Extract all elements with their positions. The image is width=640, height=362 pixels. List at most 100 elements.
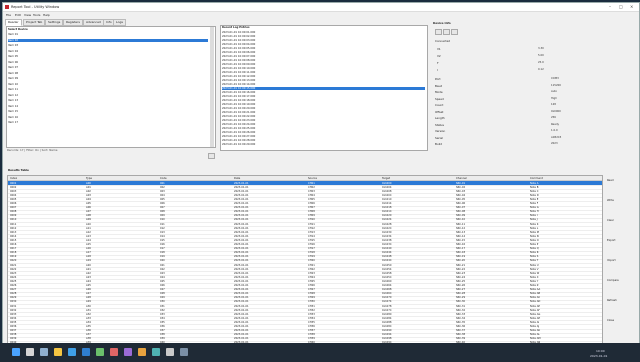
log-entry[interactable]: 2023-01-01 10:00:08.000 xyxy=(222,59,425,62)
title-bar[interactable]: Report Tool - Utility Window – □ × xyxy=(3,3,639,12)
browser-icon[interactable] xyxy=(68,348,76,356)
app2-icon[interactable] xyxy=(124,348,132,356)
log-entry[interactable]: 2023-01-01 10:00:25.000 xyxy=(222,127,425,130)
log-entry[interactable]: 2023-01-01 10:00:03.000 xyxy=(222,39,425,42)
close-icon[interactable]: × xyxy=(630,4,633,9)
table-cell: 0x1030 xyxy=(382,230,392,234)
side-button[interactable]: Clear xyxy=(607,218,637,223)
log-entry[interactable]: 2023-01-01 10:00:04.000 xyxy=(222,43,425,46)
side-button[interactable]: Export xyxy=(607,238,637,243)
side-button[interactable]: Close xyxy=(607,318,637,323)
log-entry[interactable]: 2023-01-01 10:00:07.000 xyxy=(222,55,425,58)
app5-icon[interactable] xyxy=(166,348,174,356)
log-entry[interactable]: 2023-01-01 10:00:24.000 xyxy=(222,123,425,126)
menu-edit[interactable]: Edit xyxy=(15,13,21,17)
explorer-icon[interactable] xyxy=(54,348,62,356)
clock-date[interactable]: 2023-01-01 xyxy=(590,354,607,358)
tab-settings[interactable]: Settings xyxy=(45,19,64,26)
list-item[interactable]: Item 15 xyxy=(8,110,208,113)
log-entry[interactable]: 2023-01-01 10:00:28.000 xyxy=(222,139,425,142)
list-item[interactable]: Item 16 xyxy=(8,116,208,119)
mail-icon[interactable] xyxy=(82,348,90,356)
clock-time[interactable]: 10:00 xyxy=(596,349,605,353)
store-icon[interactable] xyxy=(96,348,104,356)
settings-icon[interactable] xyxy=(451,29,458,35)
app4-icon[interactable] xyxy=(152,348,160,356)
maximize-icon[interactable]: □ xyxy=(619,4,623,9)
log-entry[interactable]: 2023-01-01 10:00:18.000 xyxy=(222,99,425,102)
tab-project[interactable]: Project Tab xyxy=(23,19,46,26)
log-entry[interactable]: 2023-01-01 10:00:14.000 xyxy=(222,83,425,86)
log-entry[interactable]: 2023-01-01 10:00:05.000 xyxy=(222,47,425,50)
list-item[interactable]: Item 07 xyxy=(8,66,208,69)
app1-icon[interactable] xyxy=(110,348,118,356)
list-item[interactable]: Item 06 xyxy=(8,61,208,64)
log-entry[interactable]: 2023-01-01 10:00:27.000 xyxy=(222,135,425,138)
log-entry[interactable]: 2023-01-01 10:00:17.000 xyxy=(222,95,425,98)
menu-help[interactable]: Help xyxy=(43,13,50,17)
tab-registers[interactable]: Registers xyxy=(63,19,83,26)
log-entry[interactable]: 2023-01-01 10:00:16.000 xyxy=(222,91,425,94)
menu-file[interactable]: File xyxy=(6,13,11,17)
column-header[interactable]: Code xyxy=(160,177,167,180)
list-item[interactable]: Item 01 xyxy=(8,33,208,36)
menu-tools[interactable]: Tools xyxy=(33,13,40,17)
log-entry[interactable]: 2023-01-01 10:00:21.000 xyxy=(222,111,425,114)
column-header[interactable]: Target xyxy=(382,177,390,180)
side-button[interactable]: Write xyxy=(607,198,637,203)
app6-icon[interactable] xyxy=(180,348,188,356)
log-entry[interactable]: 2023-01-01 10:00:02.000 xyxy=(222,35,425,38)
list-item[interactable]: Item 14 xyxy=(8,105,208,108)
side-button[interactable]: Compare xyxy=(607,278,637,283)
list-item[interactable]: Item 09 xyxy=(8,77,208,80)
list-item[interactable]: Item 10 xyxy=(8,83,208,86)
side-button[interactable]: Read xyxy=(607,178,637,183)
list-item[interactable]: Item 12 xyxy=(8,94,208,97)
tab-advanced[interactable]: Advanced xyxy=(83,19,104,26)
log-entry[interactable]: 2023-01-01 10:00:06.000 xyxy=(222,51,425,54)
list-item[interactable]: Item 11 xyxy=(8,88,208,91)
log-entry[interactable]: 2023-01-01 10:00:12.000 xyxy=(222,75,425,78)
column-header[interactable]: Date xyxy=(234,177,240,180)
play-icon[interactable] xyxy=(435,29,442,35)
log-entry[interactable]: 2023-01-01 10:00:01.000 xyxy=(222,31,425,34)
list-item[interactable]: Item 05 xyxy=(8,55,208,58)
log-entry[interactable]: 2023-01-01 10:00:19.000 xyxy=(222,103,425,106)
log-entry[interactable]: 2023-01-01 10:00:26.000 xyxy=(222,131,425,134)
side-button[interactable]: Refresh xyxy=(607,298,637,303)
log-entry[interactable]: 2023-01-01 10:00:10.000 xyxy=(222,67,425,70)
log-entry[interactable]: 2023-01-01 10:00:11.000 xyxy=(222,71,425,74)
log-entry[interactable]: 2023-01-01 10:00:15.000 xyxy=(222,87,425,90)
tab-logs[interactable]: Logs xyxy=(113,19,126,26)
column-header[interactable]: Index xyxy=(10,177,17,180)
list-item[interactable]: Item 13 xyxy=(8,99,208,102)
column-header[interactable]: Source xyxy=(308,177,317,180)
log-entry[interactable]: 2023-01-01 10:00:22.000 xyxy=(222,115,425,118)
list-item[interactable]: Item 04 xyxy=(8,50,208,53)
list-item[interactable]: Item 03 xyxy=(8,44,208,47)
list-item[interactable]: Item 08 xyxy=(8,72,208,75)
table-cell: SRC-05 xyxy=(456,197,466,201)
column-header[interactable]: Type xyxy=(86,177,92,180)
side-button[interactable]: Import xyxy=(607,258,637,263)
column-header[interactable]: Comment xyxy=(530,177,543,180)
column-header[interactable]: Channel xyxy=(456,177,467,180)
log-entry[interactable]: 2023-01-01 10:00:29.000 xyxy=(222,143,425,146)
tab-reader[interactable]: Reader xyxy=(5,19,22,26)
menu-view[interactable]: View xyxy=(24,13,31,17)
list-item[interactable]: Item 02 xyxy=(8,38,208,42)
table-cell: SRC-12 xyxy=(456,226,466,230)
device-list-scrollbar[interactable] xyxy=(210,27,214,147)
app3-icon[interactable] xyxy=(138,348,146,356)
log-entry[interactable]: 2023-01-01 10:00:09.000 xyxy=(222,63,425,66)
stop-icon[interactable] xyxy=(443,29,450,35)
log-entry[interactable]: 2023-01-01 10:00:13.000 xyxy=(222,79,425,82)
list-item[interactable]: Item 17 xyxy=(8,121,208,124)
search-icon[interactable] xyxy=(26,348,34,356)
start-icon[interactable] xyxy=(12,348,20,356)
taskview-icon[interactable] xyxy=(40,348,48,356)
minimize-icon[interactable]: – xyxy=(609,4,611,9)
dropdown-button[interactable] xyxy=(208,153,215,159)
log-entry[interactable]: 2023-01-01 10:00:23.000 xyxy=(222,119,425,122)
log-entry[interactable]: 2023-01-01 10:00:20.000 xyxy=(222,107,425,110)
